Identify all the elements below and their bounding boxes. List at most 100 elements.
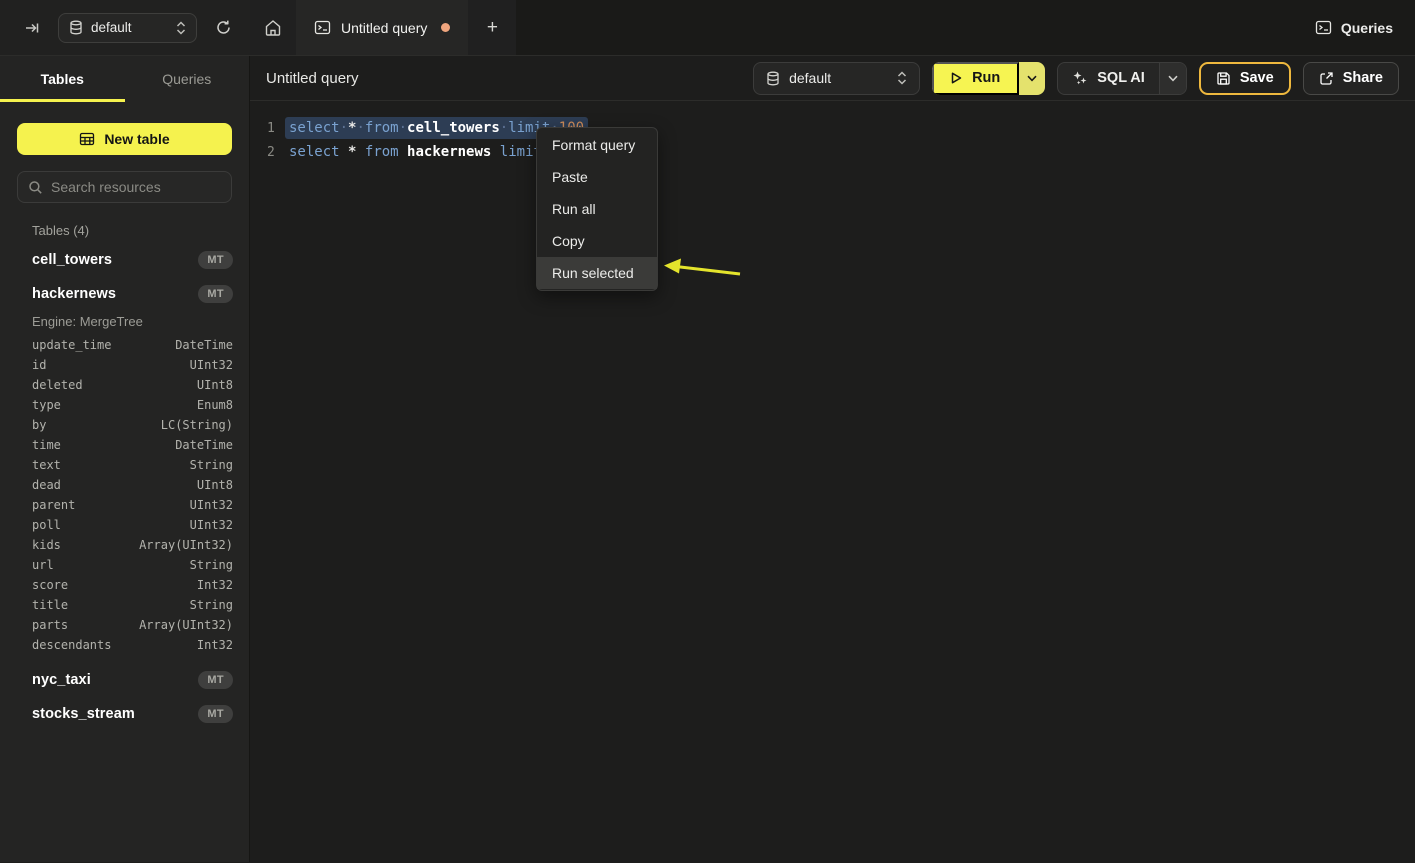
table-name: cell_towers xyxy=(32,252,198,268)
column-row: update_timeDateTime xyxy=(0,335,249,355)
home-button[interactable] xyxy=(250,0,296,55)
queries-button-label: Queries xyxy=(1341,20,1393,36)
home-icon xyxy=(264,19,282,37)
column-name: text xyxy=(32,458,190,472)
sidebar-tab-tables[interactable]: Tables xyxy=(0,56,125,102)
column-row: descendantsInt32 xyxy=(0,635,249,655)
tables-section-label: Tables (4) xyxy=(32,223,232,241)
plus-icon: + xyxy=(487,17,498,39)
code-token: from xyxy=(365,144,399,160)
database-icon xyxy=(69,20,83,35)
tabs-group: Untitled query + xyxy=(250,0,516,55)
column-row: titleString xyxy=(0,595,249,615)
tab-untitled-query[interactable]: Untitled query xyxy=(296,0,468,55)
chevron-updown-icon xyxy=(176,21,186,35)
column-row: textString xyxy=(0,455,249,475)
code-token: · xyxy=(399,120,407,136)
chevron-updown-icon xyxy=(897,71,907,85)
column-name: parent xyxy=(32,498,190,512)
database-selector[interactable]: default xyxy=(58,13,197,43)
column-type: UInt8 xyxy=(197,478,233,492)
sql-ai-button[interactable]: SQL AI xyxy=(1058,63,1159,94)
new-tab-button[interactable]: + xyxy=(468,0,516,55)
column-name: update_time xyxy=(32,338,175,352)
column-name: dead xyxy=(32,478,197,492)
table-row[interactable]: hackernewsMT xyxy=(0,277,249,311)
menu-item-copy[interactable]: Copy xyxy=(537,225,657,257)
run-label: Run xyxy=(972,70,1000,86)
table-row[interactable]: cell_towersMT xyxy=(0,243,249,277)
code-token: from xyxy=(365,120,399,136)
share-label: Share xyxy=(1343,70,1383,86)
column-type: String xyxy=(190,558,233,572)
column-type: Array(UInt32) xyxy=(139,538,233,552)
column-type: LC(String) xyxy=(161,418,233,432)
column-type: UInt32 xyxy=(190,358,233,372)
sql-editor[interactable]: 1select·*·from·cell_towers·limit·1002sel… xyxy=(250,101,1415,862)
sql-ai-options-button[interactable] xyxy=(1159,63,1186,94)
tables-list: cell_towersMThackernewsMTEngine: MergeTr… xyxy=(0,243,249,731)
table-engine-label: Engine: MergeTree xyxy=(0,311,249,335)
code-token: select xyxy=(289,120,340,136)
share-button[interactable]: Share xyxy=(1303,62,1399,95)
table-name: stocks_stream xyxy=(32,706,198,722)
column-type: UInt32 xyxy=(190,518,233,532)
line-number: 1 xyxy=(250,121,289,136)
chevron-down-icon xyxy=(1027,75,1037,82)
tab-label: Untitled query xyxy=(341,20,427,36)
run-button[interactable]: Run xyxy=(932,62,1019,95)
save-button[interactable]: Save xyxy=(1199,62,1291,95)
column-name: time xyxy=(32,438,175,452)
content: Untitled query default Run xyxy=(250,56,1415,862)
column-row: deletedUInt8 xyxy=(0,375,249,395)
queries-button[interactable]: Queries xyxy=(1315,19,1393,36)
column-type: UInt32 xyxy=(190,498,233,512)
column-type: UInt8 xyxy=(197,378,233,392)
sidebar-tabs: Tables Queries xyxy=(0,56,249,102)
column-type: Int32 xyxy=(197,638,233,652)
collapse-sidebar-button[interactable] xyxy=(20,16,44,40)
column-row: kidsArray(UInt32) xyxy=(0,535,249,555)
unsaved-dot xyxy=(441,23,450,32)
table-row[interactable]: stocks_streamMT xyxy=(0,697,249,731)
sidebar-tab-queries[interactable]: Queries xyxy=(125,56,250,102)
chevron-down-icon xyxy=(1168,75,1178,82)
column-row: timeDateTime xyxy=(0,435,249,455)
run-options-button[interactable] xyxy=(1019,62,1045,95)
new-table-button[interactable]: New table xyxy=(17,123,232,155)
code-line: 2select * from hackernews limit xyxy=(250,140,1415,164)
menu-item-run-selected[interactable]: Run selected xyxy=(537,257,657,289)
code-text: select * from hackernews limit xyxy=(289,144,542,160)
table-row[interactable]: nyc_taxiMT xyxy=(0,663,249,697)
sql-ai-label: SQL AI xyxy=(1097,70,1145,86)
code-token xyxy=(356,144,364,160)
new-table-label: New table xyxy=(104,131,169,147)
share-icon xyxy=(1319,71,1334,86)
save-label: Save xyxy=(1240,70,1274,86)
code-token xyxy=(399,144,407,160)
menu-item-run-all[interactable]: Run all xyxy=(537,193,657,225)
topbar-left: default xyxy=(0,0,250,55)
terminal-icon xyxy=(314,19,331,36)
column-name: title xyxy=(32,598,190,612)
search-input[interactable] xyxy=(51,179,221,195)
column-type: Enum8 xyxy=(197,398,233,412)
run-button-group: Run xyxy=(932,62,1045,95)
spacer xyxy=(0,655,249,663)
search-box[interactable] xyxy=(17,171,232,203)
terminal-icon xyxy=(1315,19,1332,36)
editor-database-selector[interactable]: default xyxy=(753,62,920,95)
refresh-button[interactable] xyxy=(211,15,236,40)
column-row: urlString xyxy=(0,555,249,575)
column-name: score xyxy=(32,578,197,592)
column-name: type xyxy=(32,398,197,412)
menu-item-paste[interactable]: Paste xyxy=(537,161,657,193)
code-token: · xyxy=(356,120,364,136)
line-number: 2 xyxy=(250,145,289,160)
menu-item-format-query[interactable]: Format query xyxy=(537,129,657,161)
column-type: String xyxy=(190,458,233,472)
editor-database-value: default xyxy=(789,70,888,86)
arrow-to-bar-icon xyxy=(24,20,40,36)
column-row: byLC(String) xyxy=(0,415,249,435)
column-row: partsArray(UInt32) xyxy=(0,615,249,635)
